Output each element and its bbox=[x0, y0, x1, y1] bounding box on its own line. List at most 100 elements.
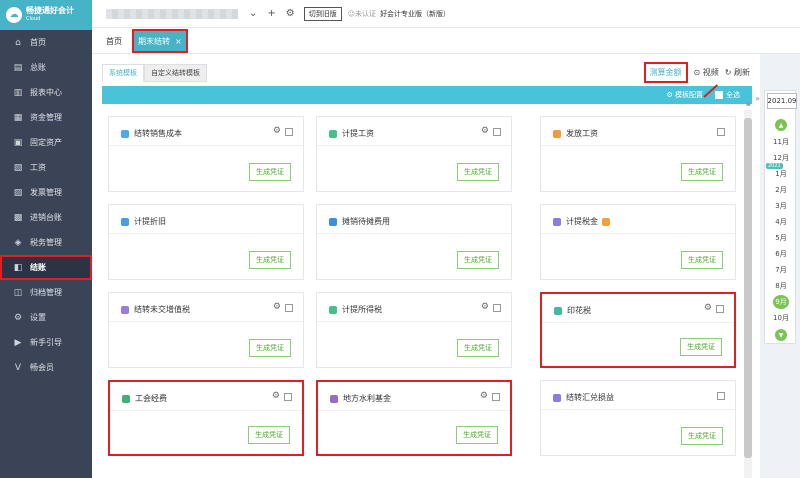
sidebar-item-salary[interactable]: ▧ 工资 bbox=[0, 155, 92, 180]
tab-system-template[interactable]: 系统模板 bbox=[102, 64, 144, 82]
card-checkbox[interactable] bbox=[493, 128, 501, 136]
vertical-scrollbar[interactable] bbox=[744, 110, 752, 478]
notice-icon[interactable] bbox=[602, 217, 610, 226]
brand-title: 畅捷通好会计 bbox=[26, 6, 74, 15]
sidebar-item-ledger[interactable]: ▤ 总账 bbox=[0, 55, 92, 80]
tab-custom-template[interactable]: 自定义结转模板 bbox=[144, 64, 207, 82]
payment-icon bbox=[553, 129, 561, 138]
sidebar-item-member[interactable]: V 畅会员 bbox=[0, 355, 92, 380]
template-tabs: 系统模板 自定义结转模板 bbox=[102, 64, 207, 82]
generate-voucher-button[interactable]: 生成凭证 bbox=[680, 338, 722, 356]
sidebar-item-label: 畅会员 bbox=[30, 363, 54, 372]
close-icon[interactable]: × bbox=[175, 37, 182, 46]
invoice-icon: ▨ bbox=[13, 187, 23, 198]
stamp-icon bbox=[554, 306, 562, 315]
chevron-down-icon[interactable]: ⌄ bbox=[249, 8, 257, 19]
plus-icon[interactable]: + bbox=[267, 8, 275, 19]
month-item[interactable]: 12月 bbox=[765, 153, 797, 163]
ledger-icon: ▤ bbox=[13, 62, 23, 73]
sidebar-item-label: 报表中心 bbox=[30, 88, 62, 97]
card-title: 计提折旧 bbox=[134, 217, 166, 226]
gear-icon[interactable]: ⚙ bbox=[481, 126, 489, 136]
card-sales-cost-carryover: 结转销售成本 ⚙ 生成凭证 bbox=[108, 116, 304, 192]
sidebar-item-guide[interactable]: ▶ 新手引导 bbox=[0, 330, 92, 355]
scrollbar-thumb[interactable] bbox=[744, 118, 752, 458]
card-water-fund: 地方水利基金 ⚙ 生成凭证 bbox=[316, 380, 512, 456]
generate-voucher-button[interactable]: 生成凭证 bbox=[249, 163, 291, 181]
month-item[interactable]: 3月 bbox=[765, 201, 797, 211]
month-item[interactable]: 7月 bbox=[765, 265, 797, 275]
sidebar-item-invoice[interactable]: ▨ 发票管理 bbox=[0, 180, 92, 205]
double-chevron-icon[interactable]: » bbox=[755, 94, 760, 103]
period-display[interactable]: 2021.09 bbox=[767, 93, 797, 109]
month-item[interactable]: 2月 bbox=[765, 185, 797, 195]
sidebar-item-assets[interactable]: ▣ 固定资产 bbox=[0, 130, 92, 155]
sidebar-nav: ⌂ 首页 ▤ 总账 ▥ 报表中心 ▦ 资金管理 ▣ 固定资产 ▧ 工资 ▨ 发票管理 ▩ 进销台… bbox=[0, 30, 92, 380]
company-selector[interactable] bbox=[106, 8, 238, 19]
gear-icon[interactable]: ⚙ bbox=[480, 391, 488, 401]
brand-subtitle: Cloud bbox=[26, 16, 41, 22]
month-item[interactable]: 8月 bbox=[765, 281, 797, 291]
cloud-logo-icon: ☁ bbox=[6, 7, 22, 23]
sidebar-item-tax[interactable]: ◈ 税务管理 bbox=[0, 230, 92, 255]
gear-icon[interactable]: ⚙ bbox=[273, 126, 281, 136]
card-checkbox[interactable] bbox=[492, 393, 500, 401]
generate-voucher-button[interactable]: 生成凭证 bbox=[457, 251, 499, 269]
chevron-up-icon[interactable]: ▲ bbox=[775, 119, 787, 131]
measure-amount-button[interactable]: 测算金额 bbox=[643, 62, 688, 83]
scroll-up-arrow-icon[interactable]: ▲ bbox=[746, 100, 751, 107]
sidebar-item-inventory[interactable]: ▩ 进销台账 bbox=[0, 205, 92, 230]
sidebar-item-closing[interactable]: ◧ 结账 bbox=[0, 255, 92, 280]
certification-status[interactable]: ☺未认证 bbox=[348, 9, 376, 19]
generate-voucher-button[interactable]: 生成凭证 bbox=[681, 163, 723, 181]
month-item[interactable]: 5月 bbox=[765, 233, 797, 243]
card-checkbox[interactable] bbox=[717, 128, 725, 136]
sidebar-item-home[interactable]: ⌂ 首页 bbox=[0, 30, 92, 55]
generate-voucher-button[interactable]: 生成凭证 bbox=[681, 251, 723, 269]
gear-icon[interactable]: ⚙ bbox=[273, 302, 281, 312]
generate-voucher-button[interactable]: 生成凭证 bbox=[249, 251, 291, 269]
sidebar-item-funds[interactable]: ▦ 资金管理 bbox=[0, 105, 92, 130]
month-item[interactable]: 4月 bbox=[765, 217, 797, 227]
generate-voucher-button[interactable]: 生成凭证 bbox=[248, 426, 290, 444]
month-item[interactable]: 1月 bbox=[765, 169, 797, 179]
template-config-link[interactable]: ⚙ 模板配置 bbox=[666, 90, 703, 100]
generate-voucher-button[interactable]: 生成凭证 bbox=[681, 427, 723, 445]
month-item-selected[interactable]: 9月 bbox=[773, 295, 789, 309]
generate-voucher-button[interactable]: 生成凭证 bbox=[249, 339, 291, 357]
vip-icon: V bbox=[14, 362, 22, 373]
card-title: 发放工资 bbox=[566, 129, 598, 138]
month-item[interactable]: 11月 bbox=[765, 137, 797, 147]
exchange-icon bbox=[553, 393, 561, 402]
generate-voucher-button[interactable]: 生成凭证 bbox=[457, 339, 499, 357]
sidebar-item-archive[interactable]: ◫ 归档管理 bbox=[0, 280, 92, 305]
card-checkbox[interactable] bbox=[284, 393, 292, 401]
card-checkbox[interactable] bbox=[493, 304, 501, 312]
video-link[interactable]: ⊙ 视频 bbox=[694, 67, 719, 78]
card-checkbox[interactable] bbox=[285, 304, 293, 312]
chevron-down-icon[interactable]: ▼ bbox=[775, 329, 787, 341]
generate-voucher-button[interactable]: 生成凭证 bbox=[457, 163, 499, 181]
month-item[interactable]: 6月 bbox=[765, 249, 797, 259]
card-checkbox[interactable] bbox=[717, 392, 725, 400]
salary-icon: ▧ bbox=[13, 162, 23, 173]
gear-icon[interactable]: ⚙ bbox=[286, 8, 295, 19]
toolbar-strip: ⚙ 模板配置 全选 bbox=[102, 86, 752, 104]
sidebar-item-settings[interactable]: ⚙ 设置 bbox=[0, 305, 92, 330]
gear-icon[interactable]: ⚙ bbox=[272, 391, 280, 401]
tab-period-closing[interactable]: 期末结转 × bbox=[132, 29, 188, 53]
card-accrue-tax: 计提税金 生成凭证 bbox=[540, 204, 736, 280]
chart-icon: ▥ bbox=[13, 87, 23, 98]
gear-icon[interactable]: ⚙ bbox=[704, 303, 712, 313]
generate-voucher-button[interactable]: 生成凭证 bbox=[456, 426, 498, 444]
select-all-checkbox[interactable] bbox=[715, 91, 723, 99]
inventory-icon: ▩ bbox=[13, 212, 23, 223]
month-item[interactable]: 10月 bbox=[765, 313, 797, 323]
switch-old-version-button[interactable]: 切到旧版 bbox=[303, 6, 342, 21]
gear-icon[interactable]: ⚙ bbox=[481, 302, 489, 312]
card-checkbox[interactable] bbox=[285, 128, 293, 136]
refresh-link[interactable]: ↻ 刷新 bbox=[725, 67, 750, 78]
sidebar-item-reports[interactable]: ▥ 报表中心 bbox=[0, 80, 92, 105]
tab-home[interactable]: 首页 bbox=[100, 29, 128, 53]
card-checkbox[interactable] bbox=[716, 305, 724, 313]
